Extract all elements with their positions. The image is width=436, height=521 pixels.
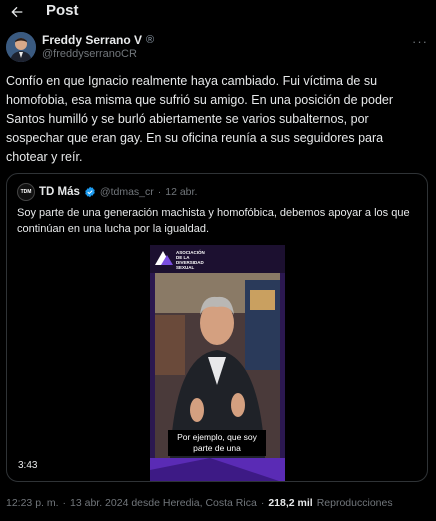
back-arrow-icon bbox=[11, 6, 23, 18]
quoted-post[interactable]: TDM TD Más @tdmas_cr · 12 abr. Soy parte… bbox=[6, 173, 428, 482]
more-icon[interactable]: ··· bbox=[412, 34, 428, 49]
views-count: 218,2 mil bbox=[268, 497, 313, 509]
post-time[interactable]: 12:23 p. m. bbox=[6, 497, 59, 509]
quoted-post-date[interactable]: 12 abr. bbox=[165, 186, 197, 198]
back-button[interactable] bbox=[6, 2, 28, 22]
separator-dot: · bbox=[260, 497, 265, 509]
author-name[interactable]: Freddy Serrano V bbox=[42, 33, 142, 47]
author-handle[interactable]: @freddyserranoCR bbox=[42, 48, 137, 60]
video-duration: 3:43 bbox=[18, 460, 38, 471]
quoted-author-name[interactable]: TD Más bbox=[39, 186, 80, 198]
channel-logo-label: ASOCIACIÓN DE LA DIVERSIDAD SEXUAL bbox=[176, 250, 205, 270]
quoted-avatar[interactable]: TDM bbox=[17, 183, 35, 201]
post-text: Confío en que Ignacio realmente haya cam… bbox=[6, 74, 394, 164]
quoted-post-text: Soy parte de una generación machista y h… bbox=[17, 207, 410, 235]
video-caption: Por ejemplo, que soy parte de una bbox=[168, 430, 266, 456]
video-player[interactable]: ASOCIACIÓN DE LA DIVERSIDAD SEXUAL Por e… bbox=[150, 245, 285, 481]
separator-dot: · bbox=[157, 186, 162, 198]
registered-badge-icon: ® bbox=[146, 34, 155, 46]
post-author: Freddy Serrano V ® @freddyserranoCR ··· bbox=[6, 32, 430, 66]
post-meta: 12:23 p. m. · 13 abr. 2024 desde Heredia… bbox=[6, 497, 393, 509]
quoted-author-handle[interactable]: @tdmas_cr bbox=[100, 186, 154, 198]
verified-icon bbox=[85, 186, 95, 198]
top-bar: Post bbox=[0, 0, 436, 26]
quoted-post-header: TDM TD Más @tdmas_cr · 12 abr. bbox=[17, 183, 197, 201]
page-title: Post bbox=[46, 2, 79, 19]
views-label: Reproducciones bbox=[316, 497, 393, 509]
separator-dot: · bbox=[62, 497, 67, 509]
post-date-place[interactable]: 13 abr. 2024 desde Heredia, Costa Rica bbox=[70, 497, 257, 509]
channel-logo-text: ASOCIACIÓN DE LA DIVERSIDAD SEXUAL bbox=[176, 250, 205, 270]
avatar[interactable] bbox=[6, 32, 36, 62]
